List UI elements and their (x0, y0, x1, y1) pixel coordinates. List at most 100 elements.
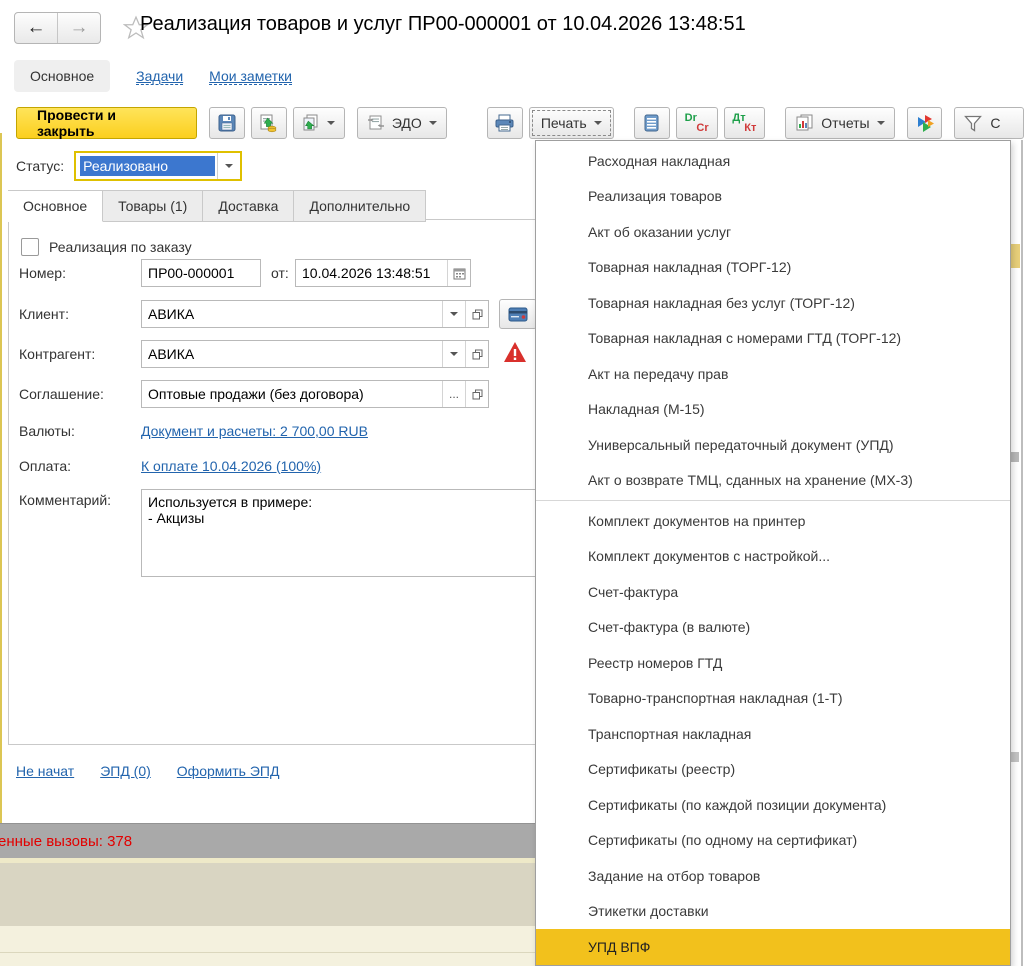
calendar-icon[interactable] (447, 260, 470, 286)
app-window: ← → Реализация товаров и услуг ПР00-0000… (0, 0, 1024, 966)
status-label: Статус: (16, 158, 65, 174)
client-dropdown-button[interactable] (442, 301, 465, 327)
register-records-button[interactable] (634, 107, 670, 139)
print-menu-item[interactable]: Задание на отбор товаров (536, 858, 1010, 894)
form-tabs: Основное Товары (1) Доставка Дополнительно (8, 190, 427, 222)
client-open-icon[interactable] (465, 301, 488, 327)
post-and-close-button[interactable]: Провести и закрыть (16, 107, 198, 139)
print-menu-group-1: Расходная накладная Реализация товаров Акт… (536, 143, 1010, 498)
chevron-down-icon (593, 121, 602, 129)
counterparty-open-icon[interactable] (465, 341, 488, 367)
quick-print-button[interactable] (486, 107, 523, 139)
header: ← → (14, 12, 149, 44)
print-menu-group-2: Комплект документов на принтер Комплект д… (536, 503, 1010, 965)
filter-button[interactable]: С (954, 107, 1024, 139)
print-menu-item[interactable]: Акт об оказании услуг (536, 214, 1010, 250)
toolbar: Провести и закрыть ЭДО Печать Dr Cr Дт К… (16, 106, 1024, 140)
print-menu-item[interactable]: Товарная накладная (ТОРГ-12) (536, 250, 1010, 286)
date-prefix-label: от: (271, 265, 289, 281)
post-document-icon (259, 114, 278, 133)
chevron-down-icon (327, 121, 336, 129)
epd-link[interactable]: Не начат (16, 763, 74, 779)
background-form-sliver (1011, 140, 1024, 966)
agreement-open-icon[interactable] (465, 381, 488, 407)
counterparty-input[interactable] (142, 341, 442, 367)
print-menu-item[interactable]: УПД ВПФ (536, 929, 1010, 965)
date-input[interactable] (296, 260, 447, 286)
status-dropdown-button[interactable] (217, 153, 240, 179)
form-tab[interactable]: Доставка (203, 190, 295, 222)
nav-tab[interactable]: Основное (14, 60, 111, 92)
order-checkbox-label: Реализация по заказу (49, 239, 192, 255)
agreement-input[interactable] (142, 381, 442, 407)
counterparty-label: Контрагент: (19, 346, 96, 362)
payment-label: Оплата: (19, 458, 72, 474)
currencies-link[interactable]: Документ и расчеты: 2 700,00 RUB (141, 423, 368, 439)
print-menu-item[interactable]: Счет-фактура (в валюте) (536, 610, 1010, 646)
print-menu-item[interactable]: Этикетки доставки (536, 894, 1010, 930)
status-combobox[interactable]: Реализовано (74, 151, 243, 181)
print-menu-item[interactable]: Сертификаты (по одному на сертификат) (536, 823, 1010, 859)
epd-link[interactable]: Оформить ЭПД (177, 763, 280, 779)
print-menu-item[interactable]: Накладная (М-15) (536, 392, 1010, 428)
nav-tab[interactable]: Задачи (136, 60, 184, 92)
edo-button[interactable]: ЭДО (356, 107, 447, 139)
agreement-more-button[interactable]: ... (442, 381, 465, 407)
forward-button[interactable]: → (57, 13, 100, 43)
payment-card-button[interactable] (499, 299, 537, 329)
print-menu-item[interactable]: Сертификаты (по каждой позиции документа… (536, 787, 1010, 823)
chevron-down-icon (876, 121, 885, 129)
print-menu-item[interactable]: Универсальный передаточный документ (УПД… (536, 427, 1010, 463)
save-button[interactable] (209, 107, 246, 139)
print-menu-item[interactable]: Сертификаты (реестр) (536, 752, 1010, 788)
counterparty-dropdown-button[interactable] (442, 341, 465, 367)
print-menu-item[interactable]: Расходная накладная (536, 143, 1010, 179)
drcr-button[interactable]: Dr Cr (675, 107, 718, 139)
agreement-label: Соглашение: (19, 386, 104, 402)
print-menu-item[interactable]: Товарно-транспортная накладная (1-Т) (536, 681, 1010, 717)
client-label: Клиент: (19, 306, 69, 322)
print-menu-item[interactable]: Акт на передачу прав (536, 356, 1010, 392)
edo-icon (367, 115, 385, 131)
client-input[interactable] (142, 301, 442, 327)
counterparty-warning-icon (503, 341, 527, 363)
print-menu-item[interactable]: Счет-фактура (536, 574, 1010, 610)
nav-tabs: Основное Задачи Мои заметки (14, 60, 292, 92)
print-menu-item[interactable]: Товарная накладная без услуг (ТОРГ-12) (536, 285, 1010, 321)
print-menu-item[interactable]: Акт о возврате ТМЦ, сданных на хранение … (536, 463, 1010, 499)
register-list-icon (644, 114, 659, 132)
print-menu-item[interactable]: Комплект документов с настройкой... (536, 539, 1010, 575)
print-menu-item[interactable]: Реестр номеров ГТД (536, 645, 1010, 681)
form-tab[interactable]: Дополнительно (294, 190, 427, 222)
print-menu-item[interactable]: Реализация товаров (536, 179, 1010, 215)
epd-link[interactable]: ЭПД (0) (100, 763, 151, 779)
history-nav: ← → (14, 12, 101, 44)
drcr-icon: Dr Cr (684, 112, 709, 134)
print-dropdown-menu: Расходная накладная Реализация товаров Акт… (535, 140, 1011, 966)
print-menu-item[interactable]: Товарная накладная с номерами ГТД (ТОРГ-… (536, 321, 1010, 357)
report-chart-icon (795, 114, 814, 132)
nav-tab[interactable]: Мои заметки (209, 60, 292, 92)
back-button[interactable]: ← (15, 13, 57, 43)
epd-links: Не начат ЭПД (0) Оформить ЭПД (16, 763, 279, 779)
bi-monitor-button[interactable] (906, 107, 943, 139)
post-document-button[interactable] (251, 107, 287, 139)
status-bar-message: енные вызовы: 378 (0, 833, 133, 850)
form-tab[interactable]: Основное (8, 190, 104, 222)
currencies-label: Валюты: (19, 423, 75, 439)
form-tab[interactable]: Товары (1) (103, 190, 204, 222)
number-input[interactable] (141, 259, 261, 287)
number-label: Номер: (19, 265, 66, 281)
modified-window-edge (0, 133, 2, 823)
dtkt-button[interactable]: Дт Кт (723, 107, 766, 139)
payment-link[interactable]: К оплате 10.04.2026 (100%) (141, 458, 321, 474)
comment-label: Комментарий: (19, 492, 112, 508)
create-based-on-button[interactable] (292, 107, 345, 139)
print-menu-item[interactable]: Комплект документов на принтер (536, 503, 1010, 539)
order-checkbox[interactable] (21, 238, 39, 256)
print-menu-item[interactable]: Транспортная накладная (536, 716, 1010, 752)
reports-button[interactable]: Отчеты (785, 107, 895, 139)
floppy-icon (218, 114, 236, 132)
print-menu-button[interactable]: Печать (528, 107, 615, 139)
create-based-on-icon (302, 114, 320, 132)
